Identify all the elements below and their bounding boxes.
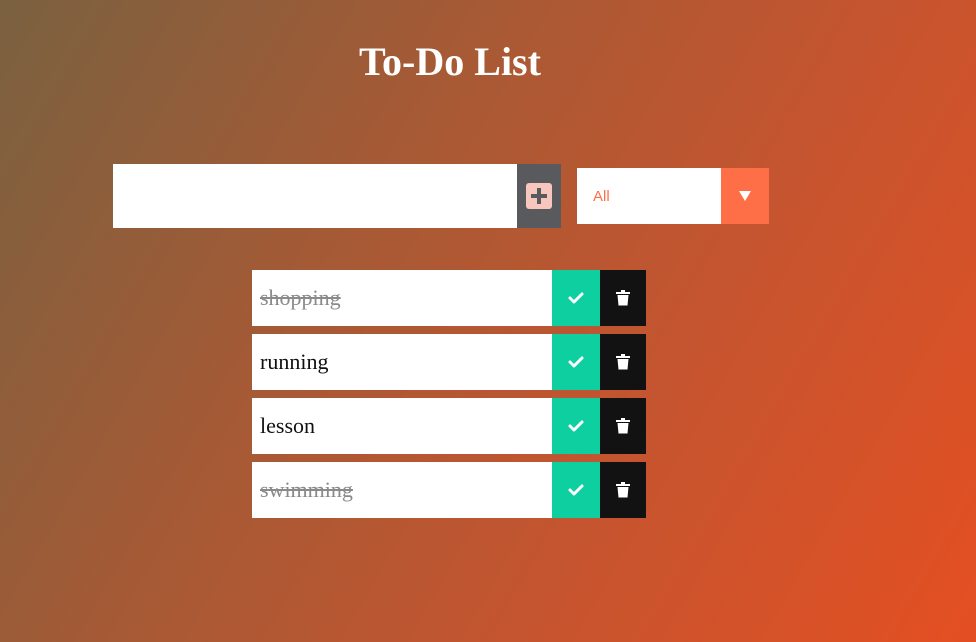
check-icon — [568, 292, 584, 304]
todo-text: lesson — [260, 413, 315, 438]
check-icon — [568, 484, 584, 496]
delete-button[interactable] — [600, 462, 646, 518]
trash-icon — [616, 482, 630, 498]
caret-down-icon — [739, 191, 751, 201]
todo-text: running — [260, 349, 329, 374]
filter-selected-value[interactable]: All — [577, 168, 721, 224]
todo-form — [113, 164, 561, 228]
plus-square-icon — [526, 183, 552, 209]
todo-item: lesson — [252, 398, 646, 454]
complete-button[interactable] — [552, 398, 600, 454]
delete-button[interactable] — [600, 270, 646, 326]
delete-button[interactable] — [600, 398, 646, 454]
trash-icon — [616, 418, 630, 434]
complete-button[interactable] — [552, 270, 600, 326]
trash-icon — [616, 354, 630, 370]
todo-text: swimming — [260, 477, 353, 502]
filter-select[interactable]: All — [577, 168, 769, 224]
check-icon — [568, 356, 584, 368]
complete-button[interactable] — [552, 462, 600, 518]
todo-item: shopping — [252, 270, 646, 326]
check-icon — [568, 420, 584, 432]
filter-dropdown-button[interactable] — [721, 168, 769, 224]
todo-list: shopping running lesson swimming — [252, 270, 646, 526]
complete-button[interactable] — [552, 334, 600, 390]
page-title: To-Do List — [359, 39, 541, 84]
add-todo-button[interactable] — [517, 164, 561, 228]
todo-input[interactable] — [113, 164, 517, 228]
todo-item: swimming — [252, 462, 646, 518]
todo-text: shopping — [260, 285, 341, 310]
todo-item: running — [252, 334, 646, 390]
trash-icon — [616, 290, 630, 306]
delete-button[interactable] — [600, 334, 646, 390]
